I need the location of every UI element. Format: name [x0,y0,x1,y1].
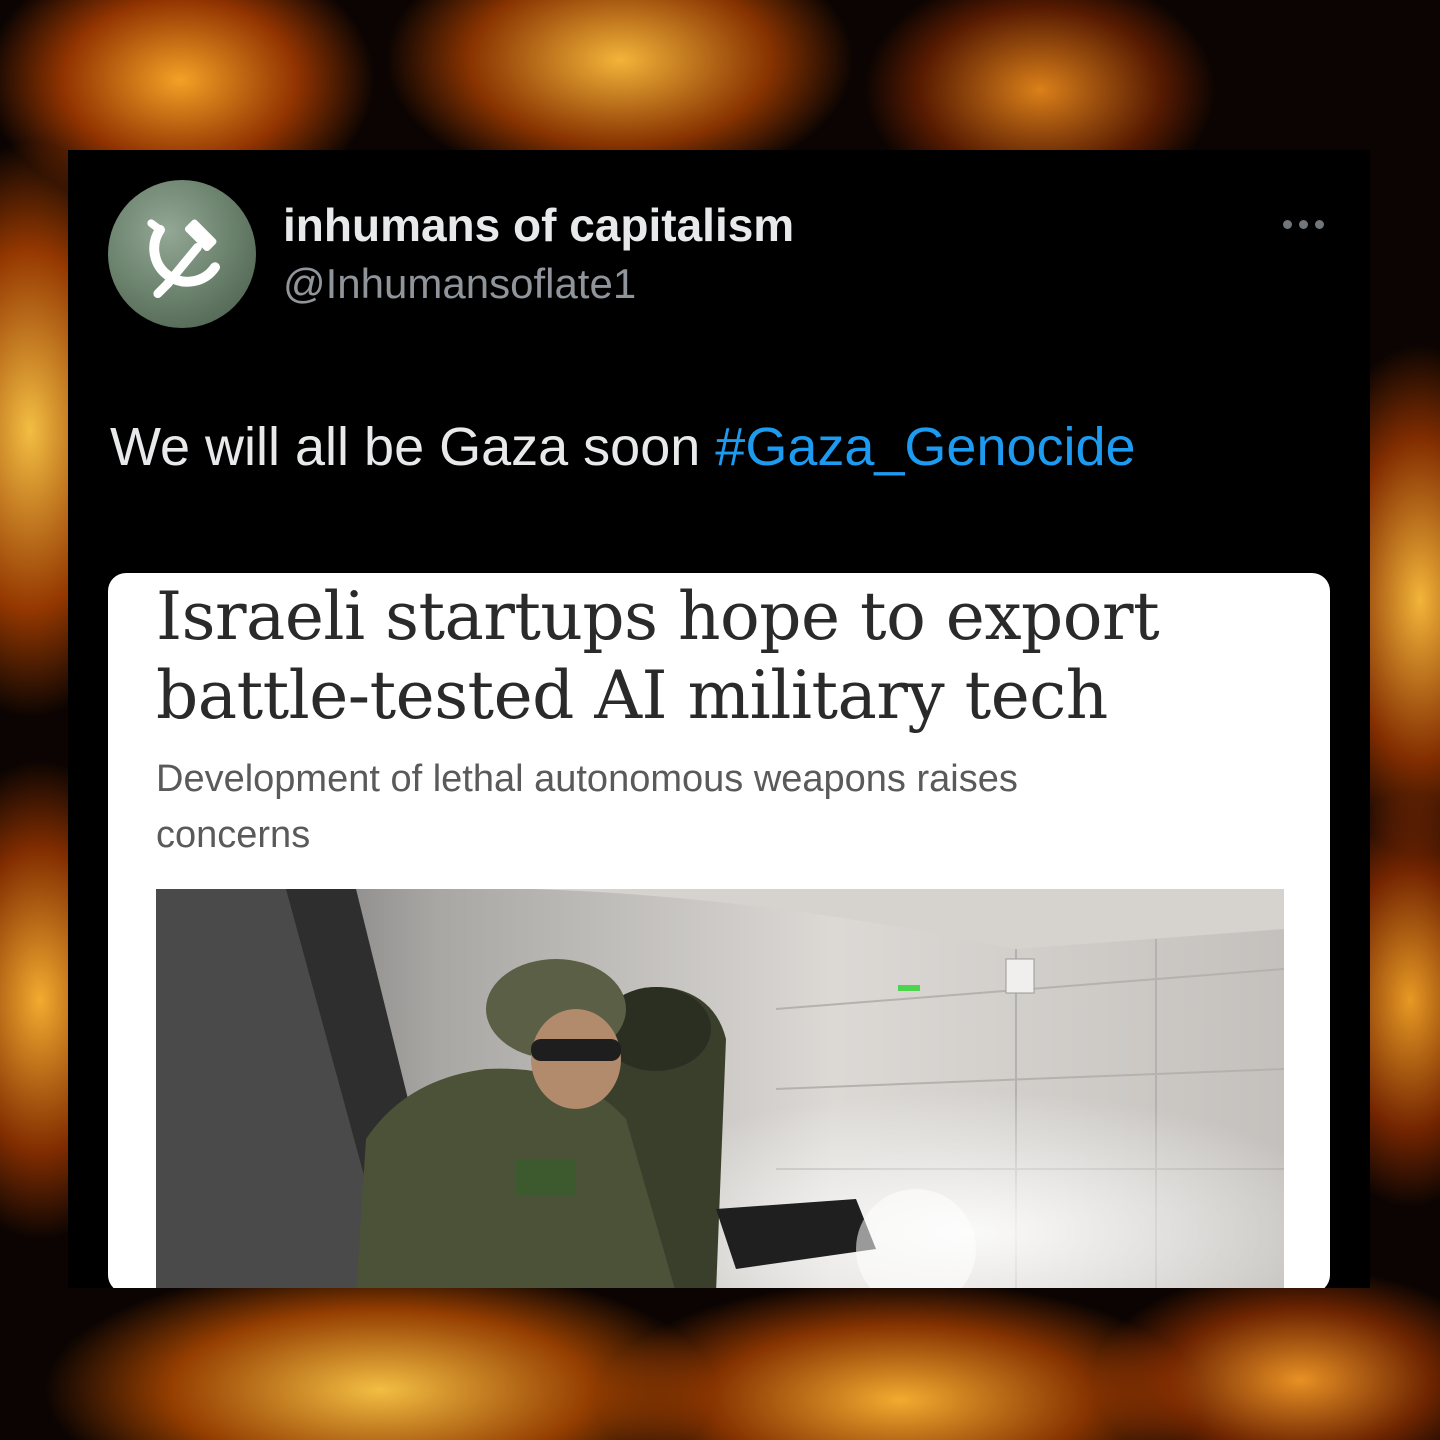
more-dot [1298,219,1308,229]
hammer-sickle-icon [147,219,220,298]
headline-line: battle-tested AI military tech [156,657,1108,734]
tweet-card: inhumans of capitalism @Inhumansoflate1 … [68,150,1370,1288]
tweet-body: We will all be Gaza soon [110,417,716,477]
more-dot [1282,219,1292,229]
subheadline-line: concerns [156,814,311,856]
article-headline: Israeli startups hope to export battle-t… [156,577,1306,735]
subheadline-line: Development of lethal autonomous weapons… [156,758,1018,800]
user-handle[interactable]: @Inhumansoflate1 [283,260,636,308]
headline-line: Israeli startups hope to export [156,578,1160,655]
more-dot [1314,219,1324,229]
more-horizontal-icon[interactable] [1268,204,1338,244]
tunnel-soldiers-photo [156,889,1284,1288]
hashtag-link[interactable]: #Gaza_Genocide [715,417,1135,477]
fire-background: inhumans of capitalism @Inhumansoflate1 … [0,0,1440,1440]
avatar[interactable] [108,180,256,328]
media-attachment[interactable]: Israeli startups hope to export battle-t… [108,573,1330,1288]
news-photo [156,889,1284,1288]
tweet-text: We will all be Gaza soon #Gaza_Genocide [110,416,1136,478]
article-subheadline: Development of lethal autonomous weapons… [156,751,1236,863]
display-name[interactable]: inhumans of capitalism [283,198,794,252]
